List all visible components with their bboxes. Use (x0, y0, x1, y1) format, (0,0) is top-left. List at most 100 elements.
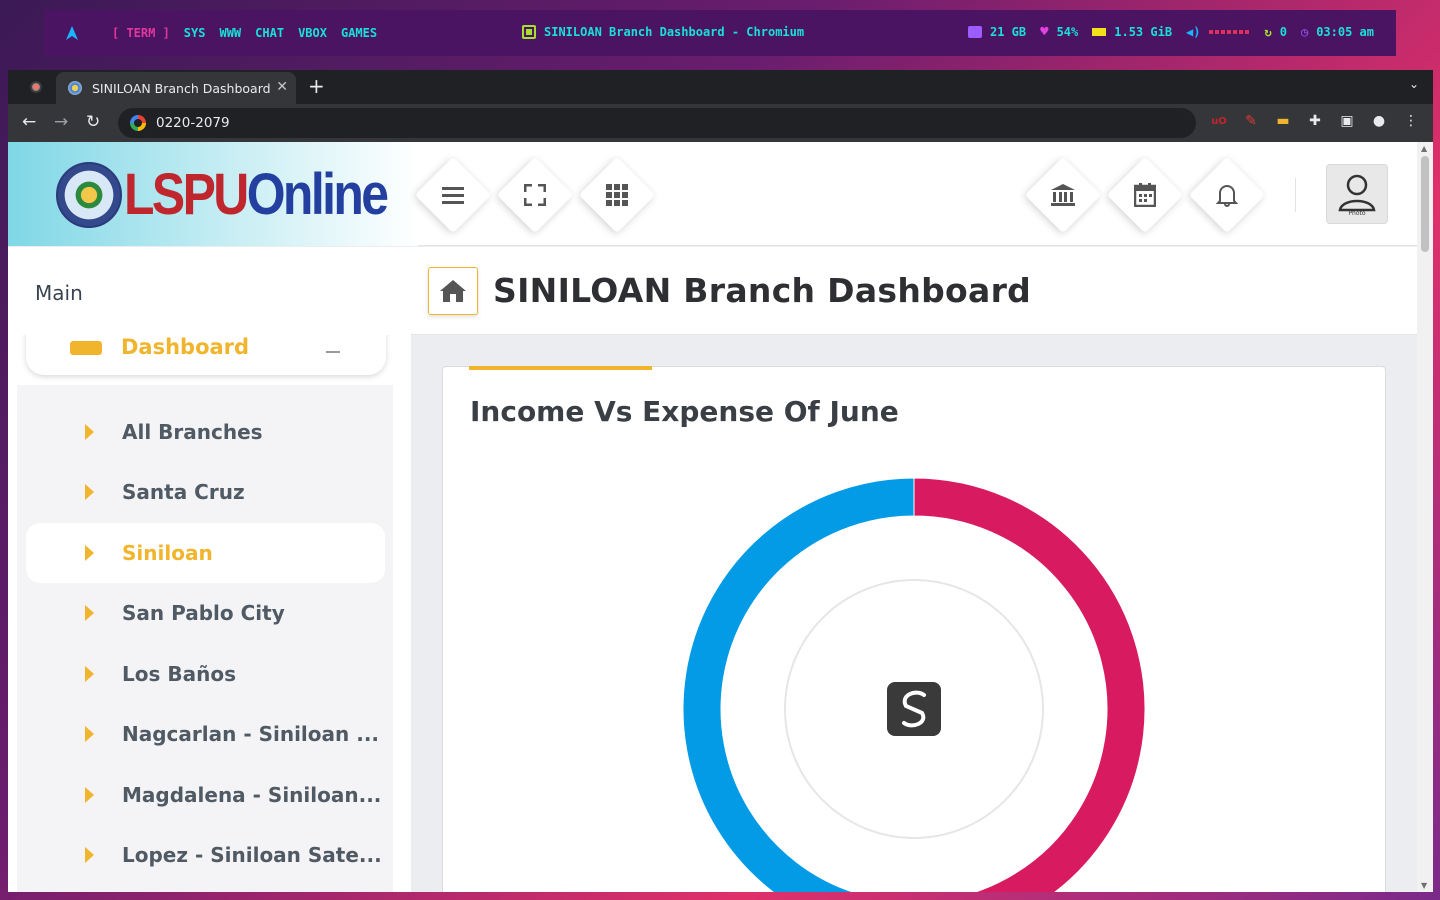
center-s-logo-icon (887, 682, 941, 736)
workspace-vbox[interactable]: VBOX (298, 26, 327, 40)
new-tab-icon[interactable]: + (308, 74, 325, 98)
google-icon (130, 115, 146, 131)
site-logo: LSPUOnline (124, 162, 389, 228)
calendar-icon (1134, 183, 1156, 207)
workspace-www[interactable]: WWW (219, 26, 241, 40)
arch-logo-icon[interactable] (64, 25, 80, 41)
header-divider (1295, 178, 1296, 212)
volume-bar[interactable] (1208, 30, 1251, 34)
sidebar-item-magdalena[interactable]: Magdalena - Siniloan... (26, 765, 385, 825)
sidebar-item-san-pablo-city[interactable]: San Pablo City (26, 583, 385, 643)
tab-title: SINILOAN Branch Dashboard (92, 80, 271, 96)
updates-value: 0 (1279, 25, 1287, 39)
volume-icon: ◀) (1186, 25, 1201, 39)
menu-item-label: Nagcarlan - Siniloan ... (122, 722, 380, 746)
donut-slice-0[interactable] (843, 477, 1146, 892)
menu-item-label: Santa Cruz (122, 480, 245, 504)
grid-icon (606, 184, 628, 206)
workspace-term[interactable]: [ TERM ] (112, 26, 170, 40)
menu-toggle-button[interactable] (414, 156, 492, 234)
calendar-button[interactable] (1106, 156, 1184, 234)
url-text[interactable]: 0220-2079 (156, 115, 230, 131)
ublock-icon[interactable]: uO (1210, 113, 1228, 131)
address-bar[interactable]: 0220-2079 (118, 108, 1196, 138)
branch-submenu: All Branches Santa Cruz Siniloan San Pab… (17, 385, 393, 892)
browser-toolbar: ← → ↻ 0220-2079 uO ✎ ▬ ✚ ▣ ● ⋮ (8, 104, 1433, 142)
workspace-games[interactable]: GAMES (341, 26, 377, 40)
logo-online: Online (246, 162, 389, 227)
caret-right-icon (85, 847, 94, 863)
sidebar-item-los-banos[interactable]: Los Baños (26, 644, 385, 704)
workspace-list: [ TERM ] SYS WWW CHAT VBOX GAMES (112, 26, 377, 40)
user-avatar[interactable]: Photo (1326, 164, 1388, 224)
sidebar-item-santa-cruz[interactable]: Santa Cruz (26, 462, 385, 522)
notifications-button[interactable] (1188, 156, 1266, 234)
home-button[interactable] (428, 267, 478, 315)
chromium-window: SINILOAN Branch Dashboard ✕ + ⌄ ← → ↻ 02… (8, 70, 1433, 892)
fullscreen-button[interactable] (496, 156, 574, 234)
window-manager-bar: [ TERM ] SYS WWW CHAT VBOX GAMES SINILOA… (44, 10, 1396, 56)
dashboard-icon (70, 341, 102, 355)
reload-icon[interactable]: ↻ (86, 112, 100, 132)
close-tab-icon[interactable]: ✕ (276, 79, 288, 95)
cpu-stat: ♥ 54% (1040, 25, 1078, 39)
clock-value: 03:05 am (1316, 25, 1374, 39)
sidebar-item-dashboard[interactable]: Dashboard (26, 335, 386, 375)
pen-extension-icon[interactable]: ✎ (1242, 113, 1260, 131)
back-icon[interactable]: ← (22, 112, 36, 132)
browser-tab[interactable]: SINILOAN Branch Dashboard ✕ (56, 72, 296, 104)
window-title-text: SINILOAN Branch Dashboard - Chromium (544, 25, 805, 39)
updates-stat: ↻ 0 (1265, 25, 1287, 39)
extension-icon[interactable]: ▬ (1274, 113, 1292, 131)
menu-item-label: All Branches (122, 420, 263, 444)
page-scrollbar[interactable]: ▲ ▼ (1417, 142, 1433, 892)
page-title: SINILOAN Branch Dashboard (493, 271, 1032, 310)
system-stats: 21 GB ♥ 54% 1.53 GiB ◀) ↻ 0 ◷ 03:05 am (968, 25, 1374, 39)
income-expense-card: Income Vs Expense Of June (442, 366, 1386, 892)
menu-kebab-icon[interactable]: ⋮ (1402, 113, 1420, 131)
donut-slice-1[interactable] (682, 477, 915, 892)
scrollbar-thumb[interactable] (1421, 156, 1429, 252)
clock-stat: ◷ 03:05 am (1301, 25, 1374, 39)
avatar-label: Photo (1348, 209, 1366, 217)
collapse-icon[interactable] (326, 351, 340, 353)
page-viewport: LSPUOnline Photo Main SINILOAN Branch Da… (8, 142, 1433, 892)
record-icon[interactable] (30, 81, 42, 93)
profile-icon[interactable]: ● (1370, 113, 1388, 131)
caret-right-icon (85, 545, 94, 561)
scroll-up-icon[interactable]: ▲ (1421, 144, 1427, 153)
section-label: Main (35, 281, 83, 305)
card-accent-bar (469, 366, 652, 370)
chart-title: Income Vs Expense Of June (470, 395, 899, 428)
favicon-icon (68, 81, 82, 95)
hamburger-icon (442, 187, 464, 204)
sidebar-item-all-branches[interactable]: All Branches (26, 402, 385, 462)
site-header: LSPUOnline Photo (8, 142, 1417, 246)
workspace-sys[interactable]: SYS (184, 26, 206, 40)
side-panel-icon[interactable]: ▣ (1338, 113, 1356, 131)
sidebar-item-lopez[interactable]: Lopez - Siniloan Sate... (26, 825, 385, 885)
volume-stat[interactable]: ◀) (1186, 25, 1251, 39)
bell-icon (1216, 185, 1238, 207)
tab-search-chevron-icon[interactable]: ⌄ (1409, 77, 1419, 91)
caret-right-icon (85, 787, 94, 803)
refresh-icon: ↻ (1264, 25, 1272, 39)
logo-lspu: LSPU (124, 162, 249, 227)
brand-area[interactable]: LSPUOnline (8, 142, 418, 246)
caret-right-icon (85, 605, 94, 621)
disk-value: 21 GB (990, 25, 1027, 39)
workspace-chat[interactable]: CHAT (255, 26, 284, 40)
memory-value: 1.53 GiB (1114, 25, 1173, 39)
sidebar-item-siniloan[interactable]: Siniloan (26, 523, 385, 583)
sidebar-item-nagcarlan[interactable]: Nagcarlan - Siniloan ... (26, 704, 385, 764)
caret-right-icon (85, 666, 94, 682)
cpu-value: 54% (1056, 25, 1079, 39)
puzzle-icon[interactable]: ✚ (1306, 113, 1324, 131)
caret-right-icon (85, 484, 94, 500)
bank-button[interactable] (1024, 156, 1102, 234)
forward-icon[interactable]: → (54, 112, 68, 132)
menu-item-label: Siniloan (122, 541, 213, 565)
scroll-down-icon[interactable]: ▼ (1421, 881, 1427, 890)
sidebar-header: Main (8, 247, 411, 335)
apps-grid-button[interactable] (578, 156, 656, 234)
